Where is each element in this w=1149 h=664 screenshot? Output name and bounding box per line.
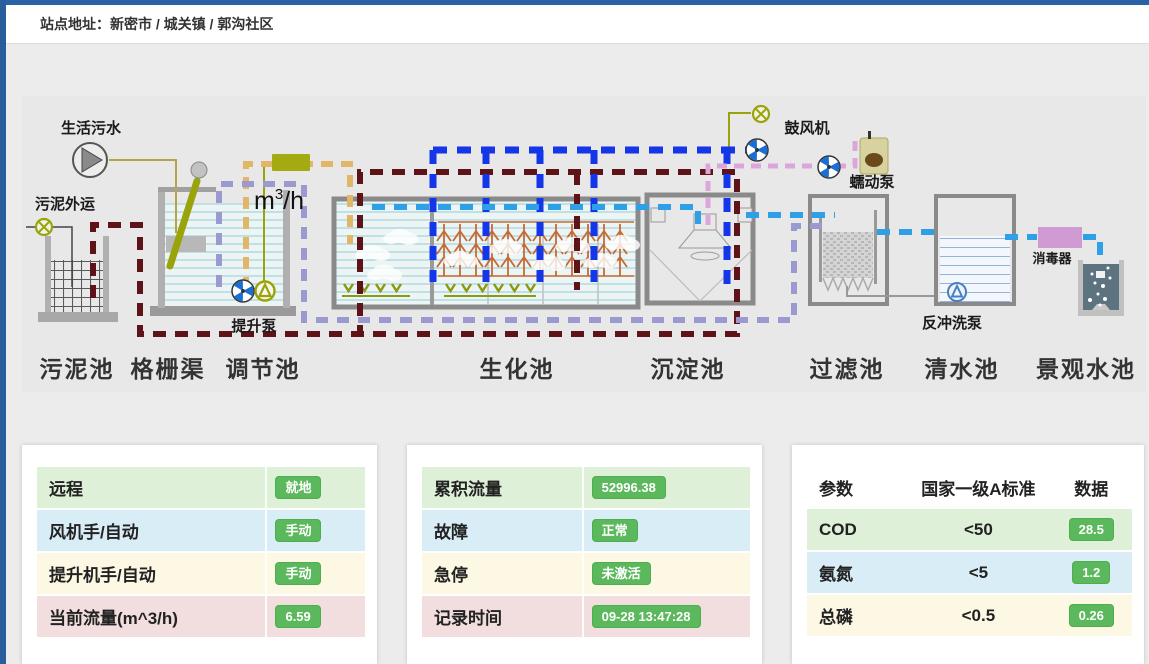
row-label: 故障 <box>422 510 582 553</box>
param-standard: <5 <box>906 552 1050 595</box>
param-name: COD <box>807 509 906 552</box>
air-release-valve-icon <box>753 106 769 122</box>
blower-fan-icon <box>746 139 768 162</box>
dosing-tank-icon <box>860 131 888 174</box>
status-badge[interactable]: 09-28 13:47:28 <box>592 605 701 628</box>
site-address-header: 站点地址：新密市 / 城关镇 / 郭沟社区 <box>6 5 1149 44</box>
row-label: 远程 <box>37 467 265 510</box>
lift-pump-fan-icon <box>232 280 254 303</box>
disinfector-box <box>1038 227 1082 248</box>
row-label: 急停 <box>422 553 582 596</box>
column-header-param: 参数 <box>807 467 906 509</box>
status-badge[interactable]: 正常 <box>592 519 638 542</box>
lift-pump-icon <box>256 282 275 301</box>
water-quality-table: 参数 国家一级A标准 数据 COD <50 28.5 氨氮 <5 1.2 总磷 … <box>807 467 1132 638</box>
filter-tank <box>810 196 934 304</box>
column-header-standard: 国家一级A标准 <box>906 467 1050 509</box>
backwash-pump-icon <box>948 283 966 301</box>
row-label: 当前流量(m^3/h) <box>37 596 265 639</box>
table-row: 急停 未激活 <box>422 553 750 596</box>
label-blower: 鼓风机 <box>784 119 829 137</box>
control-status-card: 远程 就地 风机手/自动 手动 提升机手/自动 手动 当前流量(m^3/h) 6… <box>22 445 377 664</box>
air-valve-pipe <box>729 113 751 147</box>
status-badge[interactable]: 52996.38 <box>592 476 666 499</box>
top-accent-bar <box>0 0 1149 5</box>
tank-label-sedimentation: 沉淀池 <box>651 356 726 382</box>
label-lift-pump: 提升泵 <box>231 318 276 335</box>
table-row: 远程 就地 <box>37 467 365 510</box>
label-inflow: 生活污水 <box>61 119 122 137</box>
table-row: 氨氮 <5 1.2 <box>807 552 1132 595</box>
runtime-status-card: 累积流量 52996.38 故障 正常 急停 未激活 记录时间 09-28 13… <box>407 445 762 664</box>
clean-water-tank <box>936 196 1014 304</box>
process-flow-diagram: 生活污水 污泥外运 提升泵 鼓风机 蠕动泵 反冲洗泵 消毒器 m3/h 污泥池 … <box>22 96 1146 392</box>
water-quality-card: 参数 国家一级A标准 数据 COD <50 28.5 氨氮 <5 1.2 总磷 … <box>792 445 1144 664</box>
left-accent-bar <box>0 0 6 664</box>
column-header-data: 数据 <box>1051 467 1133 509</box>
status-badge[interactable]: 6.59 <box>275 605 320 628</box>
flow-meter <box>272 154 310 171</box>
process-flow-svg: 生活污水 污泥外运 提升泵 鼓风机 蠕动泵 反冲洗泵 消毒器 m3/h 污泥池 … <box>22 96 1146 392</box>
breadcrumb: 站点地址：新密市 / 城关镇 / 郭沟社区 <box>40 14 273 34</box>
sludge-tank <box>38 236 118 322</box>
landscape-pond <box>1078 260 1124 316</box>
row-label: 记录时间 <box>422 596 582 639</box>
status-badge[interactable]: 未激活 <box>592 562 651 585</box>
control-status-table: 远程 就地 风机手/自动 手动 提升机手/自动 手动 当前流量(m^3/h) 6… <box>37 467 365 639</box>
table-header-row: 参数 国家一级A标准 数据 <box>807 467 1132 509</box>
table-row: 当前流量(m^3/h) 6.59 <box>37 596 365 639</box>
table-row: 风机手/自动 手动 <box>37 510 365 553</box>
row-label: 提升机手/自动 <box>37 553 265 596</box>
table-row: 提升机手/自动 手动 <box>37 553 365 596</box>
param-standard: <50 <box>906 509 1050 552</box>
status-badge[interactable]: 手动 <box>275 562 321 585</box>
screen-motor <box>191 162 207 178</box>
filter-drain-pipe <box>847 286 934 296</box>
table-row: 总磷 <0.5 0.26 <box>807 595 1132 638</box>
label-peristaltic-pump: 蠕动泵 <box>849 173 894 191</box>
table-row: 记录时间 09-28 13:47:28 <box>422 596 750 639</box>
inflow-pump-icon <box>73 143 107 177</box>
tank-label-sludge: 污泥池 <box>40 356 115 382</box>
runtime-status-table: 累积流量 52996.38 故障 正常 急停 未激活 记录时间 09-28 13… <box>422 467 750 639</box>
param-name: 氨氮 <box>807 552 906 595</box>
value-badge[interactable]: 1.2 <box>1072 561 1110 584</box>
sludge-out-valve-icon <box>36 219 52 235</box>
tank-label-clean-water: 清水池 <box>925 356 1000 382</box>
label-backwash-pump: 反冲洗泵 <box>922 314 982 332</box>
peristaltic-fan-icon <box>818 156 840 179</box>
label-sludge-out: 污泥外运 <box>35 195 95 213</box>
table-row: COD <50 28.5 <box>807 509 1132 552</box>
tank-label-biochemical: 生化池 <box>480 356 555 382</box>
value-badge[interactable]: 0.26 <box>1069 604 1114 627</box>
value-badge[interactable]: 28.5 <box>1069 518 1114 541</box>
row-label: 风机手/自动 <box>37 510 265 553</box>
row-label: 累积流量 <box>422 467 582 510</box>
table-row: 累积流量 52996.38 <box>422 467 750 510</box>
param-standard: <0.5 <box>906 595 1050 638</box>
param-name: 总磷 <box>807 595 906 638</box>
status-badge[interactable]: 就地 <box>275 476 321 499</box>
label-disinfector: 消毒器 <box>1032 251 1072 266</box>
status-badge[interactable]: 手动 <box>275 519 321 542</box>
tank-label-grid-channel: 格栅渠 <box>131 356 206 382</box>
table-row: 故障 正常 <box>422 510 750 553</box>
tank-label-regulation: 调节池 <box>226 356 301 382</box>
tank-label-filter: 过滤池 <box>810 356 885 382</box>
tank-label-landscape: 景观水池 <box>1036 356 1136 382</box>
